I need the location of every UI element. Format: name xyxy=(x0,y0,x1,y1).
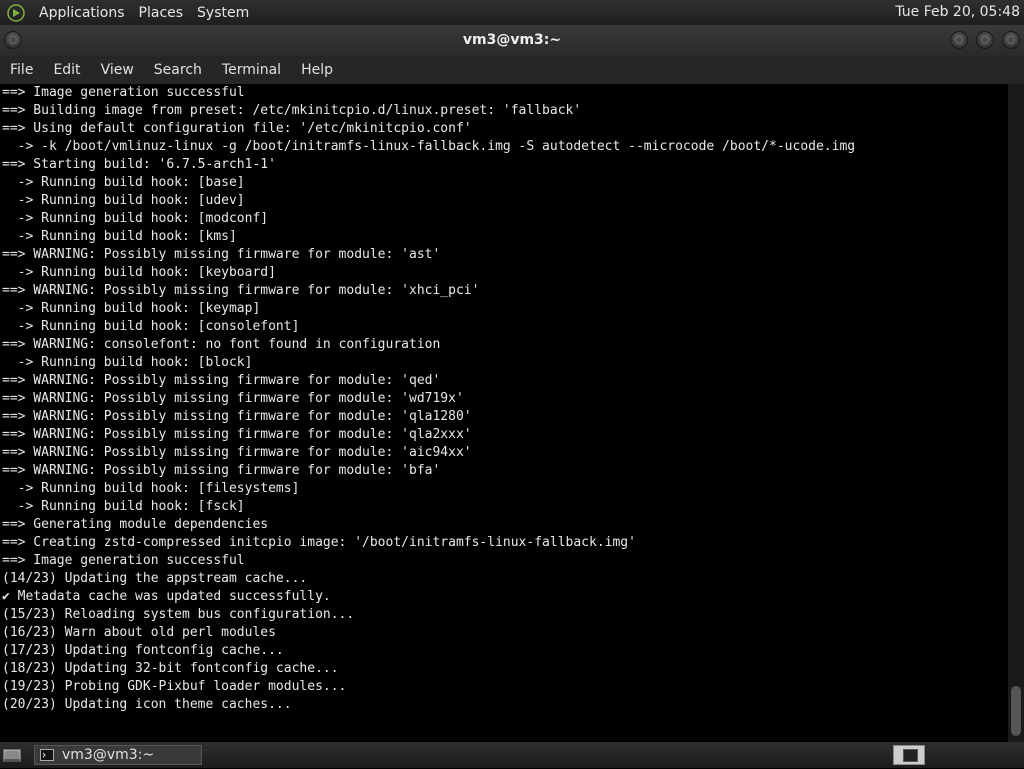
window-titlebar[interactable]: vm3@vm3:~ xyxy=(0,25,1024,56)
terminal-line: (14/23) Updating the appstream cache... xyxy=(2,571,308,586)
menu-view[interactable]: View xyxy=(91,62,144,78)
terminal-output[interactable]: ==> Image generation successful ==> Build… xyxy=(0,84,1008,742)
terminal-line: ==> WARNING: Possibly missing firmware f… xyxy=(2,391,464,406)
terminal-line: ==> WARNING: Possibly missing firmware f… xyxy=(2,409,472,424)
taskbar-window-button[interactable]: vm3@vm3:~ xyxy=(34,745,202,765)
window-title: vm3@vm3:~ xyxy=(462,32,562,48)
menu-system[interactable]: System xyxy=(190,5,256,21)
terminal-line: ==> WARNING: Possibly missing firmware f… xyxy=(2,283,480,298)
terminal-lines: ==> Image generation successful ==> Build… xyxy=(0,84,1008,714)
terminal-line: -> Running build hook: [consolefont] xyxy=(2,319,300,334)
terminal-line: -> Running build hook: [block] xyxy=(2,355,253,370)
terminal-line: -> Running build hook: [udev] xyxy=(2,193,245,208)
top-panel: Applications Places System Tue Feb 20, 0… xyxy=(0,0,1024,25)
terminal-line: ==> Image generation successful xyxy=(2,553,245,568)
terminal-line: -> Running build hook: [fsck] xyxy=(2,499,245,514)
menu-applications[interactable]: Applications xyxy=(32,5,132,21)
close-button[interactable] xyxy=(1002,31,1020,49)
terminal-line: ==> Using default configuration file: '/… xyxy=(2,121,472,136)
menu-search[interactable]: Search xyxy=(144,62,212,78)
menu-terminal[interactable]: Terminal xyxy=(212,62,291,78)
terminal-line: ==> WARNING: Possibly missing firmware f… xyxy=(2,247,441,262)
terminal-line: -> Running build hook: [filesystems] xyxy=(2,481,300,496)
maximize-button[interactable] xyxy=(976,31,994,49)
terminal-scrollbar[interactable] xyxy=(1008,84,1024,742)
terminal-line: -> Running build hook: [keyboard] xyxy=(2,265,276,280)
terminal-line: ==> WARNING: Possibly missing firmware f… xyxy=(2,427,472,442)
terminal-line: -> Running build hook: [modconf] xyxy=(2,211,269,226)
terminal-line: -> -k /boot/vmlinuz-linux -g /boot/initr… xyxy=(2,139,856,154)
terminal-line: ==> Creating zstd-compressed initcpio im… xyxy=(2,535,636,550)
terminal-line: -> Running build hook: [kms] xyxy=(2,229,237,244)
terminal-line: ==> WARNING: Possibly missing firmware f… xyxy=(2,445,472,460)
terminal-line: ==> Generating module dependencies xyxy=(2,517,269,532)
clock[interactable]: Tue Feb 20, 05:48 xyxy=(895,4,1020,20)
terminal-line: (19/23) Probing GDK-Pixbuf loader module… xyxy=(2,679,347,694)
menubar: File Edit View Search Terminal Help xyxy=(0,56,1024,84)
terminal-line: ==> WARNING: Possibly missing firmware f… xyxy=(2,463,441,478)
terminal-line: ==> Building image from preset: /etc/mki… xyxy=(2,103,582,118)
menu-file[interactable]: File xyxy=(0,62,43,78)
terminal-line: (18/23) Updating 32-bit fontconfig cache… xyxy=(2,661,339,676)
bottom-panel: vm3@vm3:~ xyxy=(0,742,1024,768)
scrollbar-thumb[interactable] xyxy=(1011,686,1021,736)
taskbar-window-label: vm3@vm3:~ xyxy=(62,747,155,763)
menu-places[interactable]: Places xyxy=(132,5,191,21)
terminal-line: -> Running build hook: [base] xyxy=(2,175,245,190)
terminal-icon xyxy=(40,749,54,761)
menu-edit[interactable]: Edit xyxy=(43,62,90,78)
terminal-line: (15/23) Reloading system bus configurati… xyxy=(2,607,355,622)
minimize-button[interactable] xyxy=(950,31,968,49)
menu-help[interactable]: Help xyxy=(291,62,343,78)
terminal-line: ==> Image generation successful xyxy=(2,85,245,100)
terminal-line: (16/23) Warn about old perl modules xyxy=(2,625,276,640)
terminal-line: -> Running build hook: [keymap] xyxy=(2,301,261,316)
terminal-line: (17/23) Updating fontconfig cache... xyxy=(2,643,284,658)
show-desktop-icon[interactable] xyxy=(2,745,22,765)
terminal-line: ==> WARNING: Possibly missing firmware f… xyxy=(2,373,441,388)
distro-logo-icon[interactable] xyxy=(6,3,26,23)
terminal-line: ✔ Metadata cache was updated successfull… xyxy=(2,589,331,604)
terminal-line: (20/23) Updating icon theme caches... xyxy=(2,697,292,712)
workspace-switcher-icon[interactable] xyxy=(893,745,925,765)
terminal-line: ==> WARNING: consolefont: no font found … xyxy=(2,337,441,352)
terminal-line: ==> Starting build: '6.7.5-arch1-1' xyxy=(2,157,276,172)
